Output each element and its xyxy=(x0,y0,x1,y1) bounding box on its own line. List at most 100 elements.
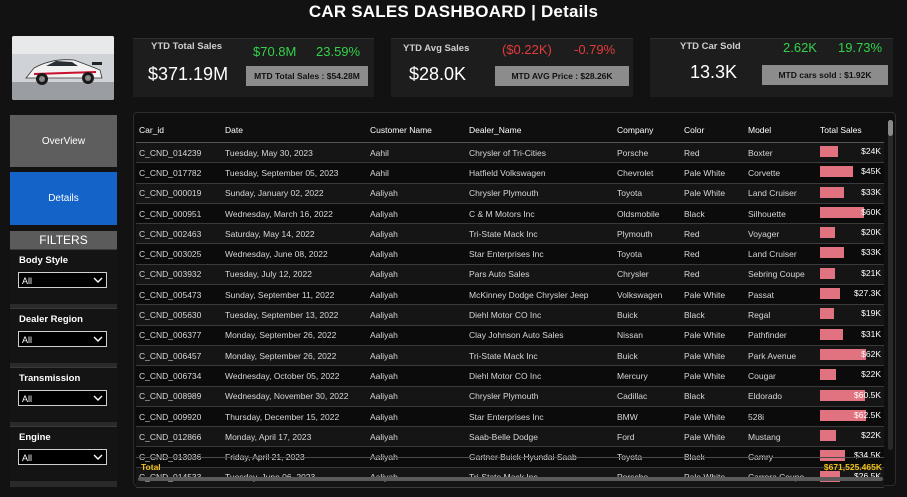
table-cell-model: Sebring Coupe xyxy=(745,264,817,286)
table-cell-dealer: Chrysler Plymouth xyxy=(466,183,614,204)
table-row[interactable]: C_CND_000019 Sunday, January 02, 2022 Aali… xyxy=(136,183,884,204)
table-cell-color: Pale White xyxy=(681,325,745,346)
table-row[interactable]: C_CND_006377 Monday, September 26, 2022 Aa… xyxy=(136,325,884,346)
table-cell-customer: Aaliyah xyxy=(367,386,466,407)
column-header-dealer-name[interactable]: Dealer_Name xyxy=(466,118,614,143)
column-header-company[interactable]: Company xyxy=(614,118,681,143)
table-cell-car-id: C_CND_002463 xyxy=(136,223,222,245)
kpi-delta-percent: 23.59% xyxy=(316,44,361,59)
horizontal-scrollbar[interactable] xyxy=(138,477,883,481)
nav-details-button[interactable]: Details xyxy=(10,172,117,225)
table-cell-car-id: C_CND_003932 xyxy=(136,264,222,286)
vertical-scrollbar[interactable] xyxy=(888,120,893,450)
table-cell-model: Voyager xyxy=(745,223,817,245)
table-cell-total-sales: $19K xyxy=(817,304,884,326)
table-cell-total-sales: $33K xyxy=(817,243,884,265)
table-cell-total-sales: $22K xyxy=(817,365,884,387)
details-table: Car_id Date Customer Name Dealer_Name Co… xyxy=(136,118,884,489)
table-cell-car-id: C_CND_005473 xyxy=(136,284,222,306)
table-cell-total-sales: $21K xyxy=(817,264,884,286)
table-row[interactable]: C_CND_003025 Wednesday, June 08, 2022 Aali… xyxy=(136,243,884,265)
nav-overview-button[interactable]: OverView xyxy=(10,115,117,167)
table-cell-total-sales: $22K xyxy=(817,426,884,448)
kpi-mtd-badge: MTD cars sold : $1.92K xyxy=(762,65,888,85)
table-cell-customer: Aaliyah xyxy=(367,183,466,204)
table-row[interactable]: C_CND_009920 Thursday, December 15, 2022 A… xyxy=(136,406,884,428)
sales-value: $24K xyxy=(861,146,881,156)
table-cell-customer: Aaliyah xyxy=(367,325,466,346)
column-header-car-id[interactable]: Car_id xyxy=(136,118,222,143)
filter-engine: Engine All xyxy=(10,426,117,481)
sales-value: $19K xyxy=(861,308,881,319)
kpi-label: YTD Car Sold xyxy=(680,41,741,52)
transmission-select[interactable]: All xyxy=(18,390,107,406)
column-header-color[interactable]: Color xyxy=(681,118,745,143)
table-cell-model: Park Avenue xyxy=(745,345,817,367)
table-cell-date: Sunday, September 11, 2022 xyxy=(222,284,367,306)
table-row[interactable]: C_CND_017782 Tuesday, September 05, 2023 A… xyxy=(136,162,884,184)
table-cell-customer: Aahil xyxy=(367,142,466,164)
sales-bar xyxy=(820,430,836,442)
table-cell-car-id: C_CND_005630 xyxy=(136,304,222,326)
column-header-total-sales[interactable]: Total Sales xyxy=(817,118,884,143)
table-cell-dealer: Diehl Motor CO Inc xyxy=(466,304,614,326)
table-row[interactable]: C_CND_000951 Wednesday, March 16, 2022 Aal… xyxy=(136,203,884,225)
select-value: All xyxy=(22,453,33,463)
dealer-region-select[interactable]: All xyxy=(18,331,107,347)
table-row[interactable]: C_CND_003932 Tuesday, July 12, 2022 Aaliya… xyxy=(136,264,884,286)
table-cell-color: Pale White xyxy=(681,284,745,306)
chevron-down-icon xyxy=(93,395,103,401)
table-cell-car-id: C_CND_006457 xyxy=(136,345,222,367)
table-row[interactable]: C_CND_005473 Sunday, September 11, 2022 Aa… xyxy=(136,284,884,306)
table-row[interactable]: C_CND_005630 Tuesday, September 13, 2022 A… xyxy=(136,304,884,326)
select-value: All xyxy=(22,394,33,404)
table-cell-date: Tuesday, May 30, 2023 xyxy=(222,142,367,164)
body-style-select[interactable]: All xyxy=(18,272,107,288)
table-cell-date: Monday, September 26, 2022 xyxy=(222,325,367,346)
table-cell-dealer: Pars Auto Sales xyxy=(466,264,614,286)
table-cell-color: Red xyxy=(681,142,745,164)
table-cell-total-sales: $24K xyxy=(817,142,884,164)
table-cell-company: Cadillac xyxy=(614,386,681,407)
vertical-scrollbar-thumb[interactable] xyxy=(888,120,893,136)
table-cell-car-id: C_CND_003025 xyxy=(136,243,222,265)
table-row[interactable]: C_CND_008989 Wednesday, November 30, 2022… xyxy=(136,386,884,407)
table-cell-dealer: McKinney Dodge Chrysler Jeep xyxy=(466,284,614,306)
chevron-down-icon xyxy=(93,336,103,342)
table-row[interactable]: C_CND_006734 Wednesday, October 05, 2022 A… xyxy=(136,365,884,387)
table-cell-car-id: C_CND_009920 xyxy=(136,406,222,428)
table-cell-company: Chevrolet xyxy=(614,162,681,184)
table-row[interactable]: C_CND_012866 Monday, April 17, 2023 Aaliya… xyxy=(136,426,884,448)
sales-bar xyxy=(820,328,843,340)
table-cell-company: Oldsmobile xyxy=(614,203,681,225)
table-cell-color: Red xyxy=(681,264,745,286)
sales-bar xyxy=(820,227,835,239)
table-row[interactable]: C_CND_006457 Monday, September 26, 2022 Aa… xyxy=(136,345,884,367)
sales-value: $27.3K xyxy=(854,288,881,299)
table-row[interactable]: C_CND_014239 Tuesday, May 30, 2023 Aahil Ch… xyxy=(136,142,884,164)
column-header-customer-name[interactable]: Customer Name xyxy=(367,118,466,143)
filter-body-style: Body Style All xyxy=(10,249,117,304)
table-cell-date: Thursday, December 15, 2022 xyxy=(222,406,367,428)
table-cell-car-id: C_CND_000951 xyxy=(136,203,222,225)
table-cell-customer: Aaliyah xyxy=(367,365,466,387)
table-cell-color: Pale White xyxy=(681,406,745,428)
table-cell-model: Boxter xyxy=(745,142,817,164)
table-cell-car-id: C_CND_006377 xyxy=(136,325,222,346)
table-row[interactable]: C_CND_002463 Saturday, May 14, 2022 Aaliya… xyxy=(136,223,884,245)
sales-value: $33K xyxy=(861,186,881,197)
chevron-down-icon xyxy=(93,277,103,283)
engine-select[interactable]: All xyxy=(18,449,107,465)
kpi-mtd-badge: MTD Total Sales : $54.28M xyxy=(246,66,368,86)
sales-bar xyxy=(820,247,844,259)
table-cell-total-sales: $60.5K xyxy=(817,386,884,407)
sales-bar xyxy=(820,348,866,360)
table-cell-total-sales: $20K xyxy=(817,223,884,245)
column-header-date[interactable]: Date xyxy=(222,118,367,143)
column-header-model[interactable]: Model xyxy=(745,118,817,143)
sales-value: $22K xyxy=(861,430,881,441)
table-cell-customer: Aahil xyxy=(367,162,466,184)
table-cell-car-id: C_CND_014239 xyxy=(136,142,222,164)
table-cell-dealer: Tri-State Mack Inc xyxy=(466,223,614,245)
table-cell-company: Chrysler xyxy=(614,264,681,286)
